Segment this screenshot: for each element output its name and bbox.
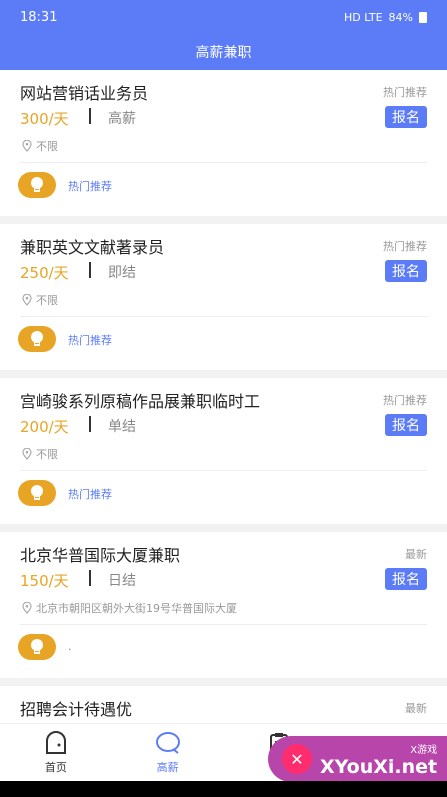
job-location-text: 北京市朝阳区朝外大街19号华普国际大厦 [36, 602, 237, 615]
job-location-text: 不限 [36, 448, 58, 461]
job-feature: 高薪 [108, 111, 136, 127]
lightbulb-icon [18, 634, 56, 660]
job-feature: 即结 [108, 265, 136, 281]
apply-button[interactable]: 报名 [385, 106, 427, 128]
tab-home-label: 首页 [44, 760, 67, 774]
card-divider [20, 470, 427, 471]
status-time: 18:31 [20, 9, 58, 25]
watermark-logo-icon: ✕ [282, 744, 312, 774]
job-salary: 250/天 [20, 264, 69, 282]
job-location: 不限 [22, 138, 58, 154]
job-title: 兼职英文文献著录员 [20, 238, 165, 257]
job-card[interactable]: 招聘会计待遇优 最新 [0, 686, 447, 723]
apply-button[interactable]: 报名 [385, 568, 427, 590]
job-salary: 200/天 [20, 418, 69, 436]
watermark: ✕ X游戏 XYouXi.net [268, 736, 447, 782]
tab-high-salary[interactable]: 高薪 [112, 724, 224, 781]
job-footer-label: 热门推荐 [68, 180, 112, 193]
battery-icon [419, 11, 427, 23]
salary-separator [89, 262, 91, 278]
status-bar: 18:31 HD LTE 84% [0, 0, 447, 34]
lightbulb-icon [18, 326, 56, 352]
location-pin-icon [22, 293, 32, 306]
tab-home[interactable]: 首页 [0, 724, 112, 781]
salary-separator [89, 108, 91, 124]
job-tag: 热门推荐 [383, 86, 427, 99]
tab-high-salary-label: 高薪 [156, 760, 179, 774]
job-title: 北京华普国际大厦兼职 [20, 546, 181, 565]
job-tag: 热门推荐 [383, 394, 427, 407]
job-title: 宫崎骏系列原稿作品展兼职临时工 [20, 392, 261, 411]
job-salary: 150/天 [20, 572, 69, 590]
job-location: 不限 [22, 292, 58, 308]
system-nav-bar [0, 781, 447, 797]
status-icons: HD LTE 84% [344, 11, 427, 24]
job-location-text: 不限 [36, 294, 58, 307]
job-title: 招聘会计待遇优 [20, 700, 133, 719]
watermark-main: XYouXi.net [320, 755, 438, 778]
job-location: 北京市朝阳区朝外大街19号华普国际大厦 [22, 600, 237, 616]
job-tag: 最新 [405, 548, 427, 561]
apply-button[interactable]: 报名 [385, 414, 427, 436]
location-pin-icon [22, 447, 32, 460]
job-tag: 热门推荐 [383, 240, 427, 253]
job-card[interactable]: 宫崎骏系列原稿作品展兼职临时工 热门推荐 200/天 单结 报名 不限 热门推荐 [0, 378, 447, 524]
network-icon: HD LTE [344, 10, 383, 24]
lightbulb-icon [18, 480, 56, 506]
salary-separator [89, 416, 91, 432]
lightbulb-icon [18, 172, 56, 198]
card-divider [20, 316, 427, 317]
job-list[interactable]: 网站营销话业务员 热门推荐 300/天 高薪 报名 不限 热门推荐 兼职英文文献著录员 热门推荐… [0, 70, 447, 723]
job-card[interactable]: 北京华普国际大厦兼职 最新 150/天 日结 报名北京市朝阳区朝外大街19号华普国际大厦… [0, 532, 447, 678]
job-feature: 单结 [108, 419, 136, 435]
apply-button[interactable]: 报名 [385, 260, 427, 282]
job-location: 不限 [22, 446, 58, 462]
job-footer-label: 热门推荐 [68, 488, 112, 501]
job-card[interactable]: 兼职英文文献著录员 热门推荐 250/天 即结 报名 不限 热门推荐 [0, 224, 447, 370]
card-divider [20, 162, 427, 163]
location-pin-icon [22, 139, 32, 152]
job-footer-label: . [68, 640, 72, 653]
battery-level: 84% [388, 10, 413, 24]
salary-separator [89, 570, 91, 586]
card-divider [20, 624, 427, 625]
job-tag: 最新 [405, 702, 427, 715]
watermark-top: X游戏 [410, 744, 438, 756]
job-location-text: 不限 [36, 140, 58, 153]
job-salary: 300/天 [20, 110, 69, 128]
home-icon [45, 730, 66, 754]
app-header: 高薪兼职 [0, 34, 447, 70]
location-pin-icon [22, 601, 32, 614]
job-feature: 日结 [108, 573, 136, 589]
job-footer-label: 热门推荐 [68, 334, 112, 347]
chat-icon [155, 731, 180, 754]
job-title: 网站营销话业务员 [20, 84, 149, 103]
job-card[interactable]: 网站营销话业务员 热门推荐 300/天 高薪 报名 不限 热门推荐 [0, 70, 447, 216]
page-title: 高薪兼职 [195, 45, 252, 61]
